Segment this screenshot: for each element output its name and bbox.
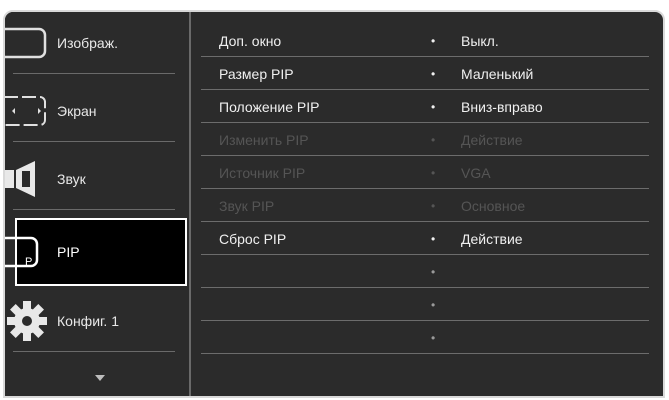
divider [201, 353, 649, 354]
setting-name: Сброс PIP [219, 230, 287, 247]
bullet: • [431, 231, 436, 246]
bullet: • [431, 66, 436, 81]
pip-icon: P [5, 236, 39, 268]
list-item-empty: • [191, 255, 663, 288]
setting-name: Звук PIP [219, 197, 275, 214]
setting-value: Вниз-вправо [461, 98, 543, 115]
list-item-empty: • [191, 288, 663, 321]
bullet: • [431, 264, 436, 279]
chevron-down-icon[interactable] [95, 375, 105, 381]
setting-value: VGA [461, 164, 491, 181]
bullet: • [431, 99, 436, 114]
setting-name: Размер PIP [219, 65, 294, 82]
list-item-aux-window[interactable]: Доп. окно • Выкл. [191, 24, 663, 57]
list-item-pip-change: Изменить PIP • Действие [191, 123, 663, 156]
setting-value: Основное [461, 197, 526, 214]
gear-icon [7, 301, 47, 341]
sidebar-item-picture[interactable]: Изображ. [5, 12, 185, 74]
setting-name: Изменить PIP [219, 131, 309, 148]
setting-value: Выкл. [461, 32, 499, 49]
sidebar-item-label: Экран [57, 103, 97, 119]
pip-icon-letter: P [25, 256, 32, 268]
sidebar-item-label: PIP [57, 244, 80, 260]
list-item-empty: • [191, 321, 663, 354]
screen-icon [5, 96, 46, 126]
list-item-pip-source: Источник PIP • VGA [191, 156, 663, 189]
pip-settings-list: Доп. окно • Выкл. Размер PIP • Маленький… [191, 12, 663, 396]
list-item-pip-position[interactable]: Положение PIP • Вниз-вправо [191, 90, 663, 123]
setting-value: Действие [461, 131, 523, 148]
list-item-pip-audio: Звук PIP • Основное [191, 189, 663, 222]
sidebar: Изображ. Экран Звук P PIP Конфиг. 1 [5, 12, 189, 396]
sidebar-item-sound[interactable]: Звук [5, 148, 185, 210]
sidebar-item-pip[interactable]: P PIP [5, 218, 187, 286]
setting-value: Действие [461, 230, 523, 247]
setting-name: Источник PIP [219, 164, 306, 181]
divider [13, 141, 175, 142]
osd-menu-window: Изображ. Экран Звук P PIP Конфиг. 1 Доп.… [3, 10, 665, 398]
sidebar-item-label: Изображ. [57, 35, 118, 51]
setting-name: Доп. окно [219, 32, 282, 49]
divider [13, 73, 175, 74]
bullet: • [431, 297, 436, 312]
divider [13, 209, 175, 210]
bullet: • [431, 33, 436, 48]
divider [13, 351, 175, 352]
sidebar-item-config[interactable]: Конфиг. 1 [5, 290, 185, 352]
bullet: • [431, 132, 436, 147]
list-item-pip-size[interactable]: Размер PIP • Маленький [191, 57, 663, 90]
bullet: • [431, 165, 436, 180]
speaker-icon [5, 161, 35, 197]
setting-name: Положение PIP [219, 98, 320, 115]
bullet: • [431, 198, 436, 213]
bullet: • [431, 330, 436, 345]
setting-value: Маленький [461, 65, 534, 82]
sidebar-item-screen[interactable]: Экран [5, 80, 185, 142]
sidebar-item-label: Звук [57, 171, 86, 187]
list-item-pip-reset[interactable]: Сброс PIP • Действие [191, 222, 663, 255]
picture-icon [5, 27, 47, 59]
sidebar-item-label: Конфиг. 1 [57, 313, 119, 329]
